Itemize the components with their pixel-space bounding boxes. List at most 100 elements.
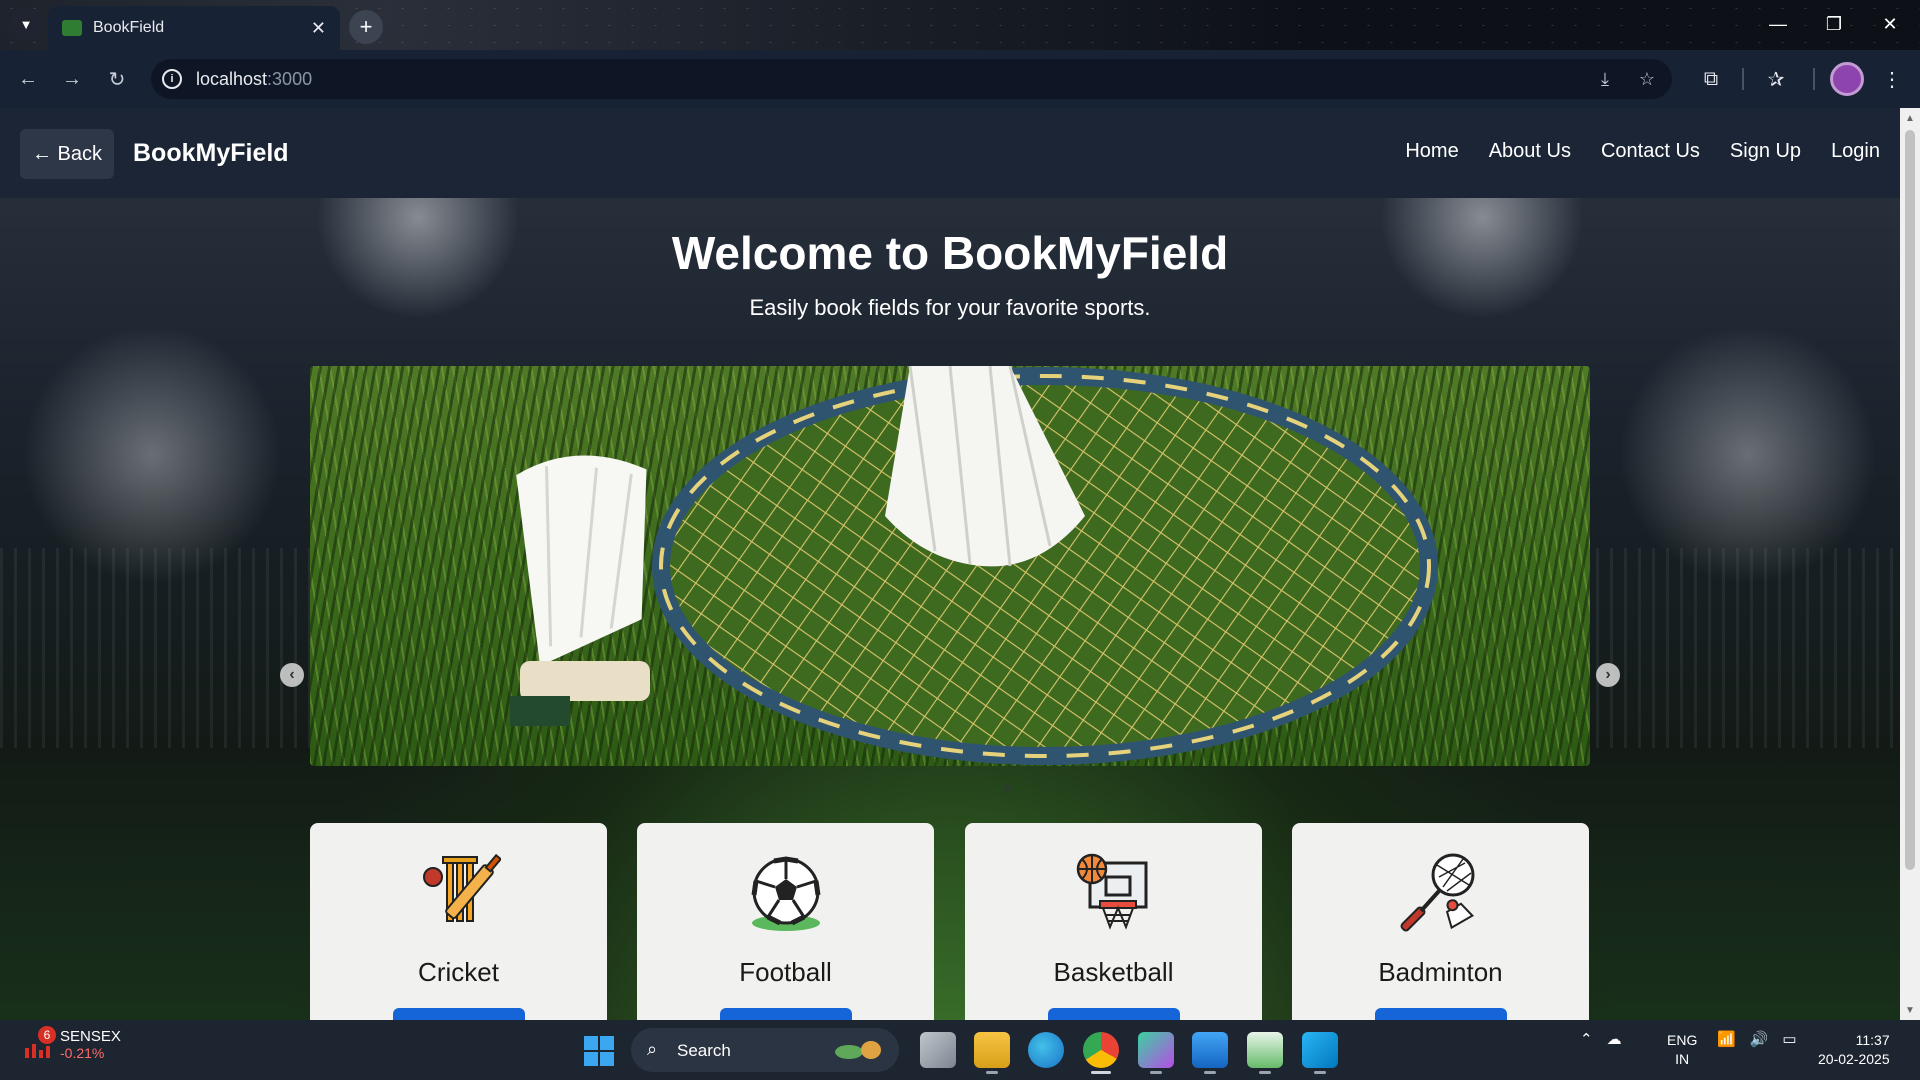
- notepad-icon[interactable]: [1192, 1032, 1228, 1074]
- reload-button[interactable]: ↻: [101, 63, 133, 95]
- sport-card-label: Football: [739, 957, 832, 987]
- running-indicator: [986, 1071, 998, 1074]
- paint-icon[interactable]: [1247, 1032, 1283, 1074]
- sport-card-badminton[interactable]: Badminton: [1292, 823, 1589, 1020]
- stock-widget[interactable]: 6 SENSEX -0.21%: [22, 1025, 121, 1061]
- lang-line2: IN: [1675, 1051, 1690, 1067]
- language-indicator[interactable]: ENG IN: [1667, 1031, 1697, 1069]
- page-scrollbar[interactable]: ▲ ▼: [1900, 108, 1920, 1020]
- toolbar-divider: [1742, 68, 1744, 90]
- close-icon: ✕: [1882, 13, 1898, 34]
- nav-link-home[interactable]: Home: [1405, 140, 1458, 163]
- back-nav-button[interactable]: ←: [12, 63, 44, 95]
- close-window-button[interactable]: ✕: [1862, 0, 1918, 48]
- lang-line1: ENG: [1667, 1032, 1698, 1048]
- nav-link-about[interactable]: About Us: [1489, 140, 1571, 163]
- file-explorer-icon[interactable]: [974, 1032, 1010, 1074]
- tab-close-icon[interactable]: ✕: [311, 18, 326, 39]
- browser-tab[interactable]: BookField ✕: [48, 6, 340, 50]
- system-tray: ⌃ ☁: [1580, 1030, 1622, 1048]
- edge-browser-icon[interactable]: [1028, 1032, 1064, 1068]
- chrome-browser-icon[interactable]: [1083, 1032, 1119, 1074]
- sport-card-cricket[interactable]: Cricket: [310, 823, 607, 1020]
- install-app-icon[interactable]: ⤓: [1593, 67, 1617, 91]
- extensions-icon[interactable]: ⧉: [1695, 63, 1727, 95]
- football-icon: [751, 856, 820, 931]
- scroll-down-icon[interactable]: ▼: [1900, 1000, 1920, 1020]
- search-highlight-icon: [835, 1041, 881, 1059]
- volume-icon[interactable]: 🔊: [1750, 1030, 1769, 1048]
- hero-title: Welcome to BookMyField: [671, 227, 1229, 279]
- sport-card-football[interactable]: Football: [637, 823, 934, 1020]
- forward-nav-button[interactable]: →: [56, 63, 88, 95]
- badminton-slide-illustration: [510, 366, 1438, 765]
- search-icon: ⌕: [647, 1039, 658, 1059]
- bookmark-star-icon[interactable]: ☆: [1635, 67, 1659, 91]
- carousel-indicator[interactable]: [1004, 785, 1011, 792]
- running-indicator: [1314, 1071, 1326, 1074]
- profile-avatar[interactable]: [1830, 62, 1864, 96]
- hero-subtitle: Easily book fields for your favorite spo…: [749, 295, 1151, 320]
- wifi-icon[interactable]: 📶: [1717, 1030, 1736, 1048]
- chevron-down-icon: ▼: [19, 16, 33, 32]
- active-indicator: [1091, 1071, 1111, 1074]
- tab-search-menu-button[interactable]: ▼: [11, 9, 41, 39]
- search-label: Search: [677, 1041, 731, 1060]
- url-text: localhost:3000: [196, 69, 312, 90]
- carousel-next-button[interactable]: ›: [1596, 663, 1620, 687]
- carousel-prev-button[interactable]: ‹: [280, 663, 304, 687]
- task-view-icon[interactable]: [920, 1032, 956, 1068]
- more-menu-icon[interactable]: ⋮: [1876, 63, 1908, 95]
- book-football-button[interactable]: [719, 1008, 852, 1020]
- site-info-icon[interactable]: i: [162, 69, 182, 89]
- vscode-icon[interactable]: [1302, 1032, 1338, 1074]
- windows-taskbar: 6 SENSEX -0.21%: [0, 1020, 1920, 1080]
- brand-logo-text[interactable]: BookMyField: [133, 139, 289, 168]
- ticker-name: SENSEX: [60, 1028, 121, 1045]
- battery-icon[interactable]: ▭: [1782, 1030, 1796, 1048]
- onedrive-cloud-icon[interactable]: ☁: [1607, 1030, 1622, 1048]
- reload-icon: ↻: [108, 68, 126, 91]
- nav-link-login[interactable]: Login: [1831, 140, 1880, 163]
- back-button[interactable]: ← Back: [20, 129, 114, 179]
- scrollbar-thumb[interactable]: [1905, 130, 1915, 870]
- basketball-icon: [1076, 853, 1147, 930]
- restore-button[interactable]: ❐: [1806, 0, 1862, 48]
- favorites-icon[interactable]: ✰: [1760, 63, 1792, 95]
- scroll-up-icon[interactable]: ▲: [1900, 108, 1920, 128]
- url-host: localhost: [196, 69, 268, 89]
- chevron-up-icon[interactable]: ⌃: [1580, 1030, 1593, 1048]
- running-indicator: [1204, 1071, 1216, 1074]
- clock-time: 11:37: [1855, 1032, 1890, 1048]
- ticker-change: -0.21%: [60, 1045, 105, 1061]
- windows-start-icon[interactable]: [584, 1036, 614, 1066]
- tab-title: BookField: [93, 19, 165, 36]
- address-bar[interactable]: i localhost:3000 ⤓ ☆: [151, 59, 1672, 99]
- status-icons: 📶 🔊 ▭: [1717, 1030, 1797, 1048]
- minimize-button[interactable]: —: [1750, 0, 1806, 48]
- toolbar-divider: [1813, 68, 1815, 90]
- app-launcher-icon[interactable]: [1138, 1032, 1174, 1074]
- browser-toolbar: ← → ↻ i localhost:3000 ⤓ ☆ ⧉ ✰: [0, 50, 1920, 108]
- taskbar-search[interactable]: ⌕ Search: [631, 1028, 899, 1072]
- book-basketball-button[interactable]: [1047, 1008, 1180, 1020]
- chevron-left-icon: ‹: [289, 666, 295, 683]
- cricket-icon: [422, 853, 501, 922]
- nav-link-signup[interactable]: Sign Up: [1730, 140, 1801, 163]
- new-tab-button[interactable]: +: [349, 10, 383, 44]
- site-navbar: ← Back BookMyField Home About Us Contact…: [0, 108, 1900, 198]
- carousel-slide-image: [310, 366, 1590, 766]
- system-clock[interactable]: 11:37 20-02-2025: [1818, 1031, 1890, 1069]
- sports-cards: Cricket Football Basketball Badminton: [310, 823, 1590, 1020]
- book-cricket-button[interactable]: [392, 1008, 525, 1020]
- sport-card-label: Badminton: [1378, 957, 1503, 987]
- clock-date: 20-02-2025: [1818, 1051, 1890, 1067]
- book-badminton-button[interactable]: [1374, 1008, 1507, 1020]
- restore-icon: ❐: [1825, 13, 1843, 34]
- sport-card-label: Basketball: [1053, 957, 1174, 987]
- page-viewport: ← Back BookMyField Home About Us Contact…: [0, 108, 1900, 1020]
- sport-card-label: Cricket: [418, 957, 499, 987]
- sport-card-basketball[interactable]: Basketball: [965, 823, 1262, 1020]
- arrow-right-icon: →: [62, 67, 82, 90]
- nav-link-contact[interactable]: Contact Us: [1601, 140, 1700, 163]
